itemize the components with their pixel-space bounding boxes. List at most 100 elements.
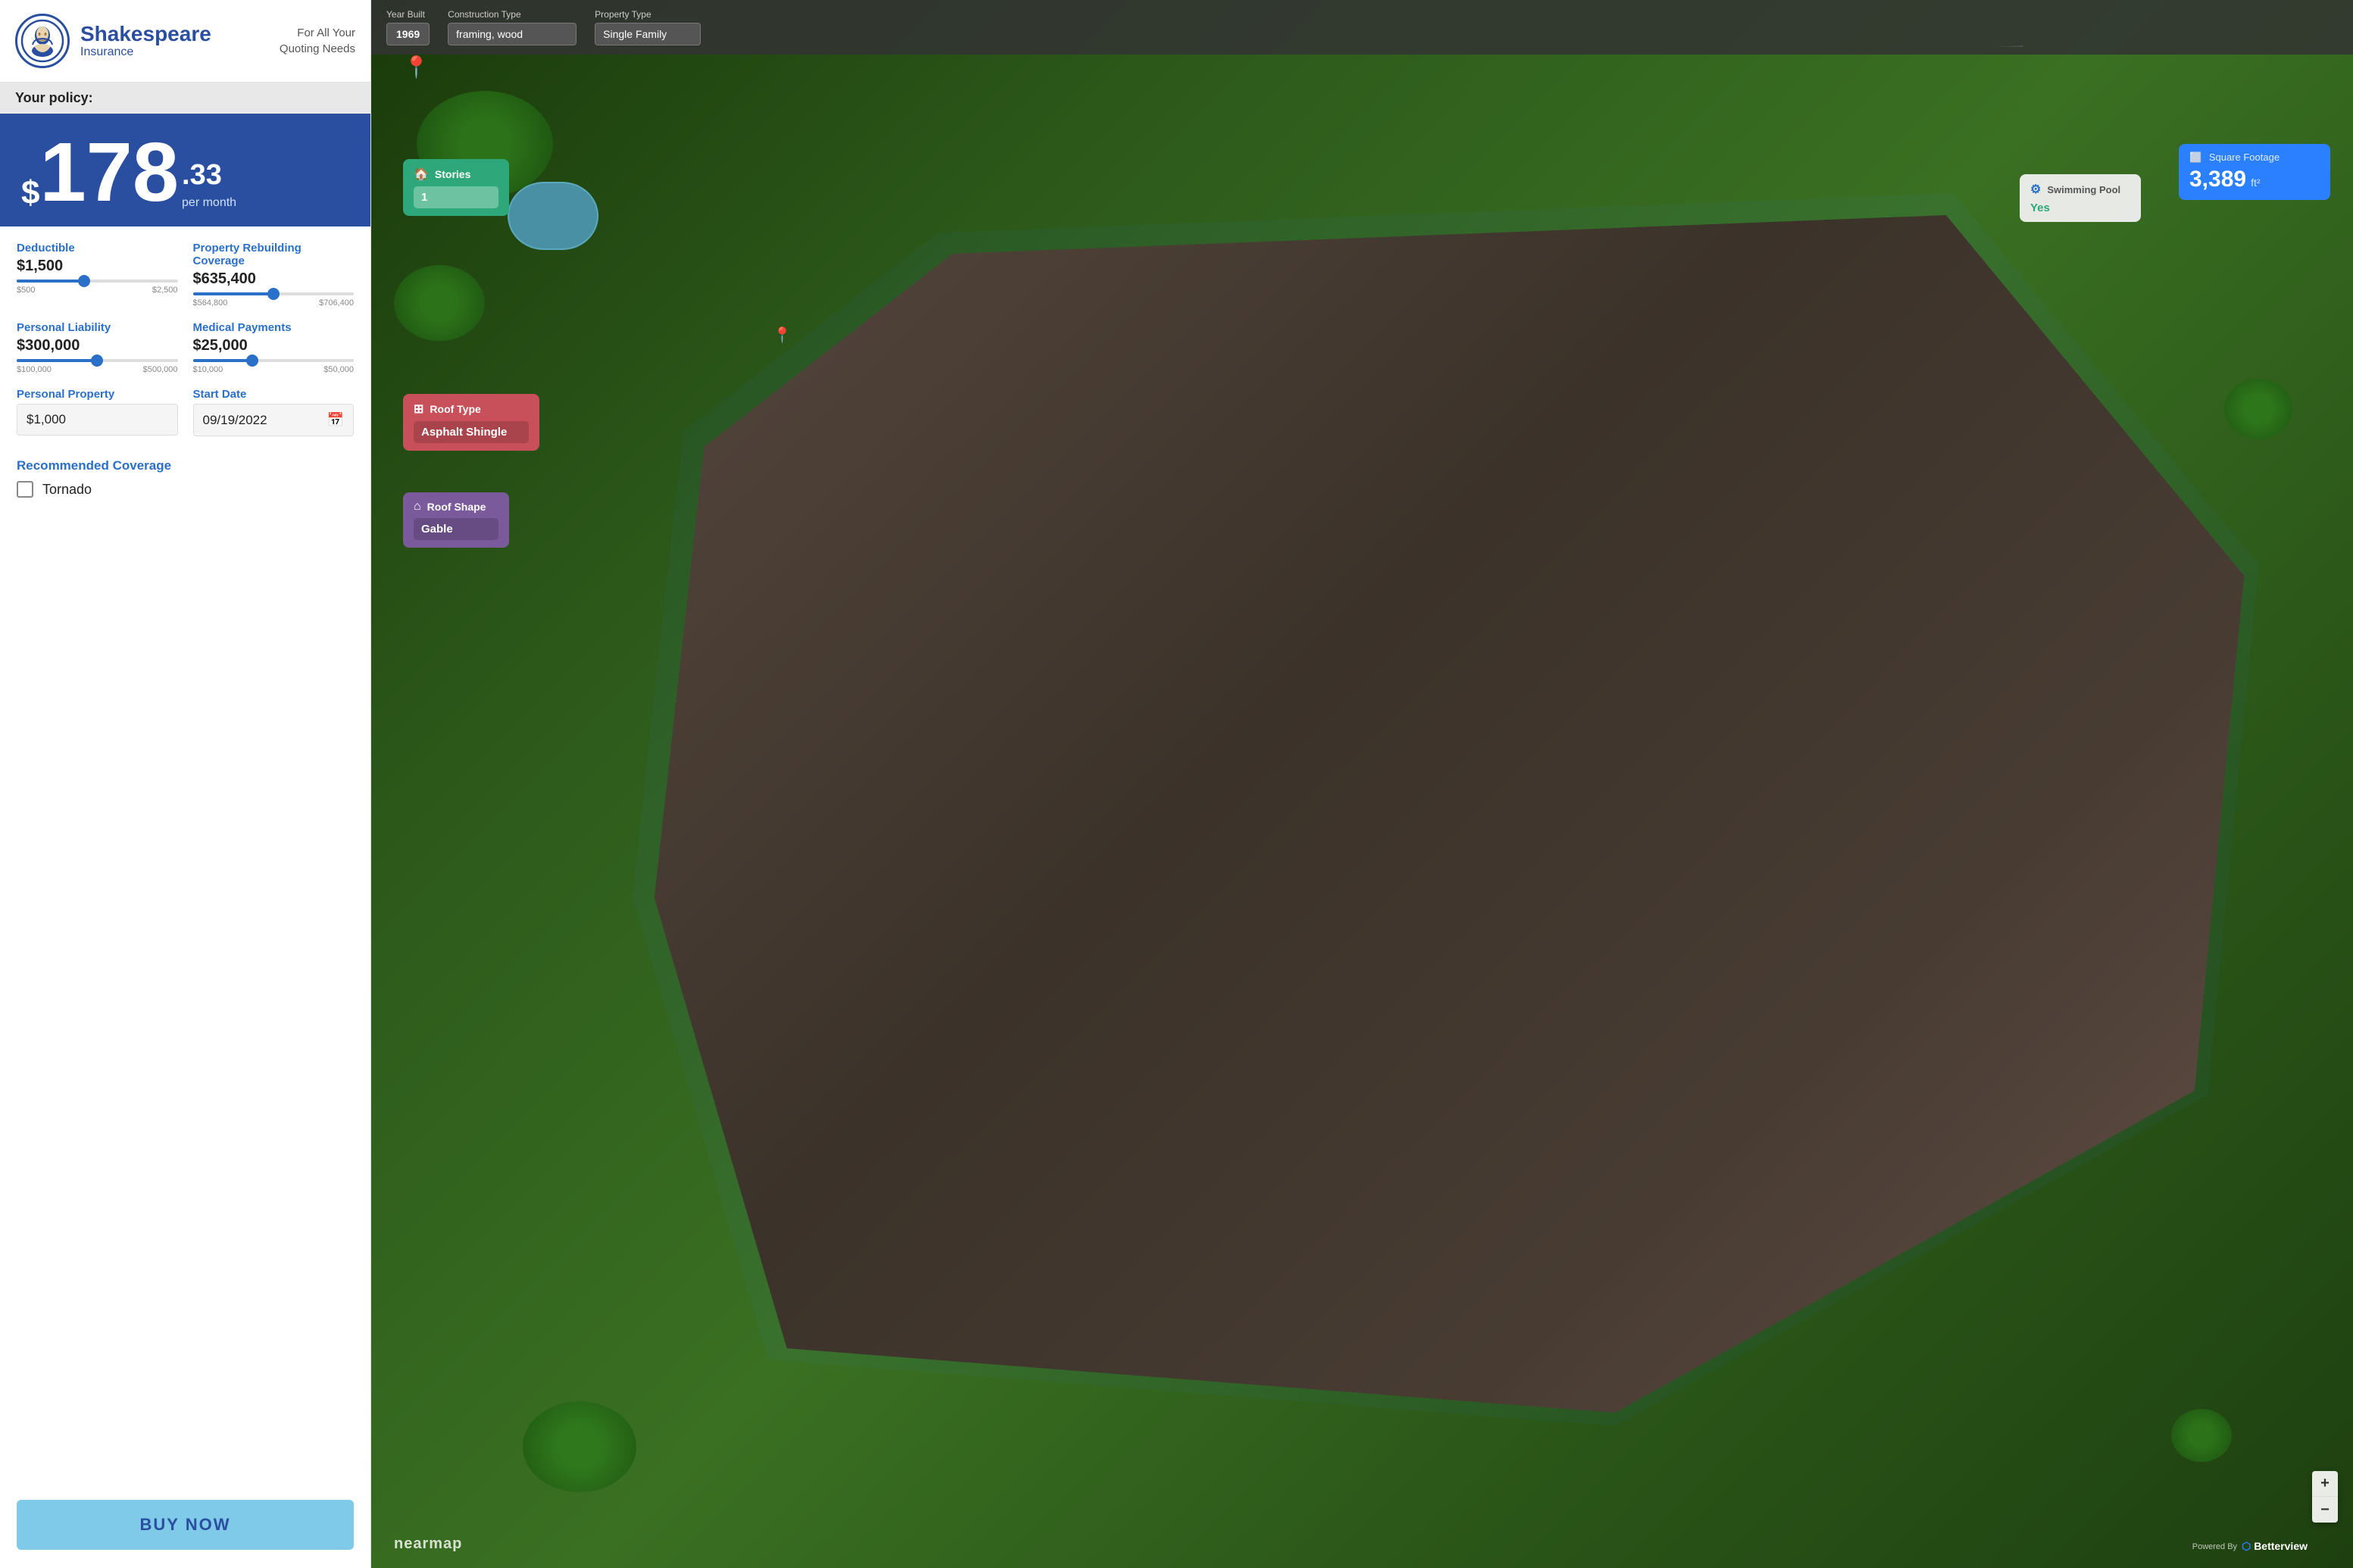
medical-payments-item: Medical Payments $25,000 $10,000 $50,000 (193, 321, 355, 374)
square-footage-label: ⬜ Square Footage (2189, 151, 2320, 164)
construction-type-label: Construction Type (448, 9, 577, 20)
deductible-value: $1,500 (17, 258, 178, 275)
swimming-icon: ⚙ (2030, 182, 2041, 197)
start-date-field[interactable]: 09/19/2022 📅 (193, 404, 355, 436)
price-section: $ 178 .33 per month (0, 114, 370, 226)
square-footage-unit: ft² (2251, 176, 2260, 189)
square-footage-card: ⬜ Square Footage 3,389 ft² (2179, 144, 2330, 200)
roof-type-card: ⊞ Roof Type Asphalt Shingle Metal Tile W… (403, 394, 539, 451)
zoom-in-button[interactable]: + (2312, 1471, 2338, 1497)
personal-liability-item: Personal Liability $300,000 $100,000 $50… (17, 321, 178, 374)
deductible-max: $2,500 (152, 286, 178, 295)
policy-label: Your policy: (15, 90, 93, 105)
property-type-select[interactable]: Single Family Multi Family Condo (595, 23, 701, 45)
house-location-pin: 📍 (773, 326, 792, 345)
square-footage-value: 3,389 (2189, 167, 2246, 192)
personal-property-item: Personal Property (17, 388, 178, 439)
price-dollar-symbol: $ (21, 176, 39, 210)
property-rebuilding-label: Property Rebuilding Coverage (193, 242, 355, 267)
property-rebuilding-item: Property Rebuilding Coverage $635,400 $5… (193, 242, 355, 308)
roof-type-icon: ⊞ (414, 401, 423, 417)
stories-label: Stories (435, 168, 470, 180)
calendar-icon: 📅 (327, 412, 344, 428)
roof-shape-label: Roof Shape (427, 501, 486, 513)
recommended-coverage-section: Recommended Coverage Tornado (17, 458, 354, 510)
personal-property-label: Personal Property (17, 388, 178, 401)
roof-type-select[interactable]: Asphalt Shingle Metal Tile Wood Shake (414, 421, 529, 443)
shakespeare-logo-icon (20, 19, 64, 63)
tornado-checkbox-row: Tornado (17, 481, 354, 498)
betterview-label: Powered By ⬡ Betterview (2192, 1540, 2308, 1553)
buy-now-button[interactable]: BUY NOW (17, 1500, 354, 1550)
swimming-pool-label: Swimming Pool (2047, 184, 2120, 195)
construction-type-select[interactable]: framing, wood masonry steel frame (448, 23, 577, 45)
start-date-value: 09/19/2022 (203, 413, 267, 428)
price-main-amount: 178 (39, 135, 179, 210)
deductible-min: $500 (17, 286, 35, 295)
swimming-pool-card: ⚙ Swimming Pool Yes (2020, 174, 2141, 222)
logo-text: Shakespeare Insurance (80, 23, 211, 60)
price-cents: .33 (182, 159, 236, 192)
tree-patch-2 (394, 265, 485, 341)
property-type-label: Property Type (595, 9, 701, 20)
year-built-value: 1969 (386, 23, 430, 45)
swimming-pool-value: Yes (2030, 201, 2130, 214)
property-type-group: Property Type Single Family Multi Family… (595, 9, 701, 45)
start-date-label: Start Date (193, 388, 355, 401)
construction-type-group: Construction Type framing, wood masonry … (448, 9, 577, 45)
sqft-icon: ⬜ (2189, 151, 2201, 163)
roof-shape-icon: ⌂ (414, 500, 421, 514)
company-name: Shakespeare (80, 23, 211, 46)
square-footage-value-row: 3,389 ft² (2189, 167, 2320, 192)
swimming-pool-card-header: ⚙ Swimming Pool (2030, 182, 2130, 197)
header: Shakespeare Insurance For All Your Quoti… (0, 0, 370, 83)
powered-by-text: Powered By (2192, 1542, 2237, 1551)
coverage-grid: Deductible $1,500 $500 $2,500 Property R… (17, 242, 354, 452)
property-rebuilding-value: $635,400 (193, 270, 355, 288)
swimming-pool-shape (508, 182, 598, 250)
personal-property-input[interactable] (17, 404, 178, 436)
start-date-item: Start Date 09/19/2022 📅 (193, 388, 355, 439)
medical-payments-min: $10,000 (193, 365, 223, 374)
medical-payments-label: Medical Payments (193, 321, 355, 334)
nearmap-label: nearmap (394, 1535, 462, 1553)
roof-type-label: Roof Type (430, 403, 480, 415)
betterview-logo: ⬡ Betterview (2242, 1540, 2308, 1553)
deductible-slider[interactable] (17, 280, 178, 283)
recommended-coverage-title: Recommended Coverage (17, 458, 354, 473)
roof-shape-select[interactable]: Gable Hip Flat Mansard (414, 518, 498, 540)
price-row: $ 178 .33 per month (21, 135, 349, 210)
personal-liability-value: $300,000 (17, 337, 178, 355)
property-rebuilding-min: $564,800 (193, 298, 228, 308)
left-panel: Shakespeare Insurance For All Your Quoti… (0, 0, 371, 1568)
right-panel: 📍 Year Built 1969 Construction Type fram… (371, 0, 2353, 1568)
roof-type-card-header: ⊞ Roof Type (414, 401, 529, 417)
personal-liability-slider[interactable] (17, 359, 178, 362)
tree-patch-5 (2171, 1409, 2232, 1462)
personal-liability-label: Personal Liability (17, 321, 178, 334)
stories-card: 🏠 Stories 1 2 3 (403, 159, 509, 216)
coverage-section: Deductible $1,500 $500 $2,500 Property R… (0, 226, 370, 1488)
medical-payments-slider[interactable] (193, 359, 355, 362)
zoom-out-button[interactable]: − (2312, 1497, 2338, 1523)
map-location-pin: 📍 (403, 55, 430, 80)
medical-payments-value: $25,000 (193, 337, 355, 355)
policy-label-bar: Your policy: (0, 83, 370, 114)
roof-shape-card-header: ⌂ Roof Shape (414, 500, 498, 514)
stories-select[interactable]: 1 2 3 (414, 186, 498, 208)
tornado-checkbox[interactable] (17, 481, 33, 498)
personal-liability-min: $100,000 (17, 365, 52, 374)
year-built-label: Year Built (386, 9, 430, 20)
map-header: Year Built 1969 Construction Type framin… (371, 0, 2353, 55)
logo-circle (15, 14, 70, 68)
year-built-group: Year Built 1969 (386, 9, 430, 45)
property-rebuilding-slider[interactable] (193, 292, 355, 295)
property-rebuilding-max: $706,400 (319, 298, 354, 308)
stories-card-header: 🏠 Stories (414, 167, 498, 182)
medical-payments-max: $50,000 (323, 365, 354, 374)
header-tagline: For All Your Quoting Needs (280, 25, 355, 57)
deductible-item: Deductible $1,500 $500 $2,500 (17, 242, 178, 308)
company-subtitle: Insurance (80, 45, 211, 59)
house-icon: 🏠 (414, 167, 429, 182)
price-period: per month (182, 196, 236, 210)
